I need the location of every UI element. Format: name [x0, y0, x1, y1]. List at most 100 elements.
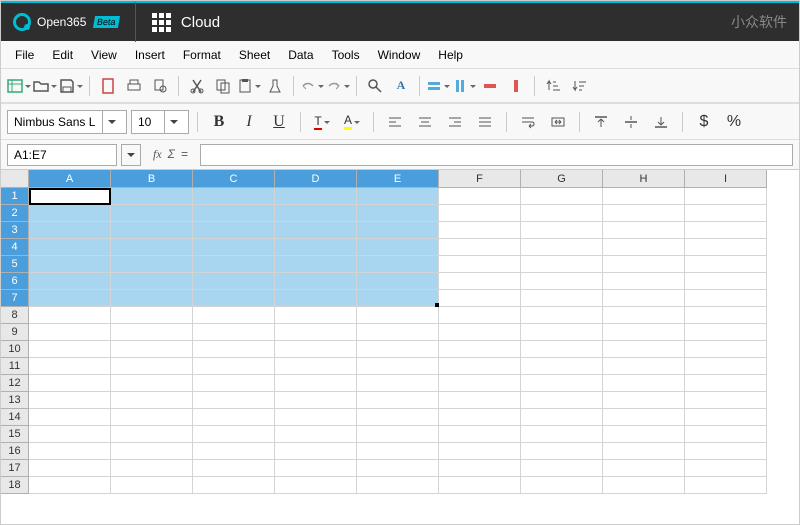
cell[interactable]: [275, 290, 357, 307]
cell[interactable]: [193, 392, 275, 409]
cell[interactable]: [357, 222, 439, 239]
menu-window[interactable]: Window: [370, 44, 429, 66]
cell[interactable]: [111, 375, 193, 392]
find-button[interactable]: [363, 74, 387, 98]
column-header[interactable]: A: [29, 170, 111, 188]
cell[interactable]: [521, 392, 603, 409]
cell[interactable]: [521, 239, 603, 256]
cell[interactable]: [111, 222, 193, 239]
cell[interactable]: [193, 307, 275, 324]
copy-button[interactable]: [211, 74, 235, 98]
formula-input[interactable]: [200, 144, 793, 166]
cell[interactable]: [439, 222, 521, 239]
cell[interactable]: [357, 426, 439, 443]
cell[interactable]: [193, 358, 275, 375]
save-button[interactable]: [59, 74, 83, 98]
cell[interactable]: [29, 358, 111, 375]
row-header[interactable]: 17: [1, 460, 29, 477]
new-doc-button[interactable]: [7, 74, 31, 98]
cell[interactable]: [111, 443, 193, 460]
cell[interactable]: [357, 392, 439, 409]
cell[interactable]: [685, 256, 767, 273]
cell[interactable]: [521, 358, 603, 375]
currency-button[interactable]: $: [691, 109, 717, 135]
cell[interactable]: [439, 256, 521, 273]
cell[interactable]: [29, 188, 111, 205]
cell[interactable]: [521, 222, 603, 239]
cell[interactable]: [29, 477, 111, 494]
cell[interactable]: [193, 256, 275, 273]
percent-button[interactable]: %: [721, 109, 747, 135]
font-size-combo[interactable]: 10: [131, 110, 189, 134]
cell[interactable]: [685, 324, 767, 341]
cell[interactable]: [685, 477, 767, 494]
row-header[interactable]: 14: [1, 409, 29, 426]
cell[interactable]: [29, 392, 111, 409]
cell[interactable]: [357, 409, 439, 426]
column-header[interactable]: C: [193, 170, 275, 188]
cell[interactable]: [275, 188, 357, 205]
row-header[interactable]: 4: [1, 239, 29, 256]
menu-file[interactable]: File: [7, 44, 42, 66]
cell[interactable]: [29, 239, 111, 256]
cell[interactable]: [275, 222, 357, 239]
cell[interactable]: [439, 341, 521, 358]
cell[interactable]: [357, 324, 439, 341]
column-header[interactable]: B: [111, 170, 193, 188]
cell[interactable]: [29, 443, 111, 460]
cell[interactable]: [603, 341, 685, 358]
column-header[interactable]: D: [275, 170, 357, 188]
cell[interactable]: [439, 324, 521, 341]
cell[interactable]: [685, 392, 767, 409]
menu-view[interactable]: View: [83, 44, 125, 66]
select-all-corner[interactable]: [1, 170, 29, 188]
paste-button[interactable]: [237, 74, 261, 98]
bold-button[interactable]: B: [206, 109, 232, 135]
cell[interactable]: [603, 426, 685, 443]
cell[interactable]: [111, 324, 193, 341]
cell[interactable]: [111, 307, 193, 324]
cell[interactable]: [521, 188, 603, 205]
cell[interactable]: [439, 290, 521, 307]
cell[interactable]: [275, 358, 357, 375]
cell[interactable]: [357, 375, 439, 392]
cell[interactable]: [603, 443, 685, 460]
cell[interactable]: [521, 409, 603, 426]
cell[interactable]: [111, 341, 193, 358]
underline-button[interactable]: U: [266, 109, 292, 135]
cell[interactable]: [439, 392, 521, 409]
cell[interactable]: [275, 375, 357, 392]
cell[interactable]: [193, 460, 275, 477]
spreadsheet-grid[interactable]: ABCDEFGHI 123456789101112131415161718: [1, 170, 799, 494]
cell[interactable]: [111, 239, 193, 256]
cell[interactable]: [193, 443, 275, 460]
cell[interactable]: [29, 307, 111, 324]
column-header[interactable]: H: [603, 170, 685, 188]
cell[interactable]: [357, 341, 439, 358]
cell[interactable]: [439, 426, 521, 443]
cell[interactable]: [521, 307, 603, 324]
print-preview-button[interactable]: [148, 74, 172, 98]
column-header[interactable]: G: [521, 170, 603, 188]
row-header[interactable]: 13: [1, 392, 29, 409]
cell[interactable]: [521, 375, 603, 392]
cell[interactable]: [685, 273, 767, 290]
menu-sheet[interactable]: Sheet: [231, 44, 278, 66]
cell[interactable]: [29, 273, 111, 290]
wrap-text-button[interactable]: [515, 109, 541, 135]
cell[interactable]: [439, 188, 521, 205]
menu-tools[interactable]: Tools: [324, 44, 368, 66]
align-justify-button[interactable]: [472, 109, 498, 135]
cell[interactable]: [193, 409, 275, 426]
cell[interactable]: [193, 273, 275, 290]
valign-middle-button[interactable]: [618, 109, 644, 135]
format-paintbrush-button[interactable]: [263, 74, 287, 98]
cell[interactable]: [439, 273, 521, 290]
name-box[interactable]: A1:E7: [7, 144, 117, 166]
cell[interactable]: [521, 324, 603, 341]
cell[interactable]: [439, 239, 521, 256]
row-header[interactable]: 16: [1, 443, 29, 460]
cell[interactable]: [193, 426, 275, 443]
pdf-export-button[interactable]: [96, 74, 120, 98]
row-header[interactable]: 3: [1, 222, 29, 239]
